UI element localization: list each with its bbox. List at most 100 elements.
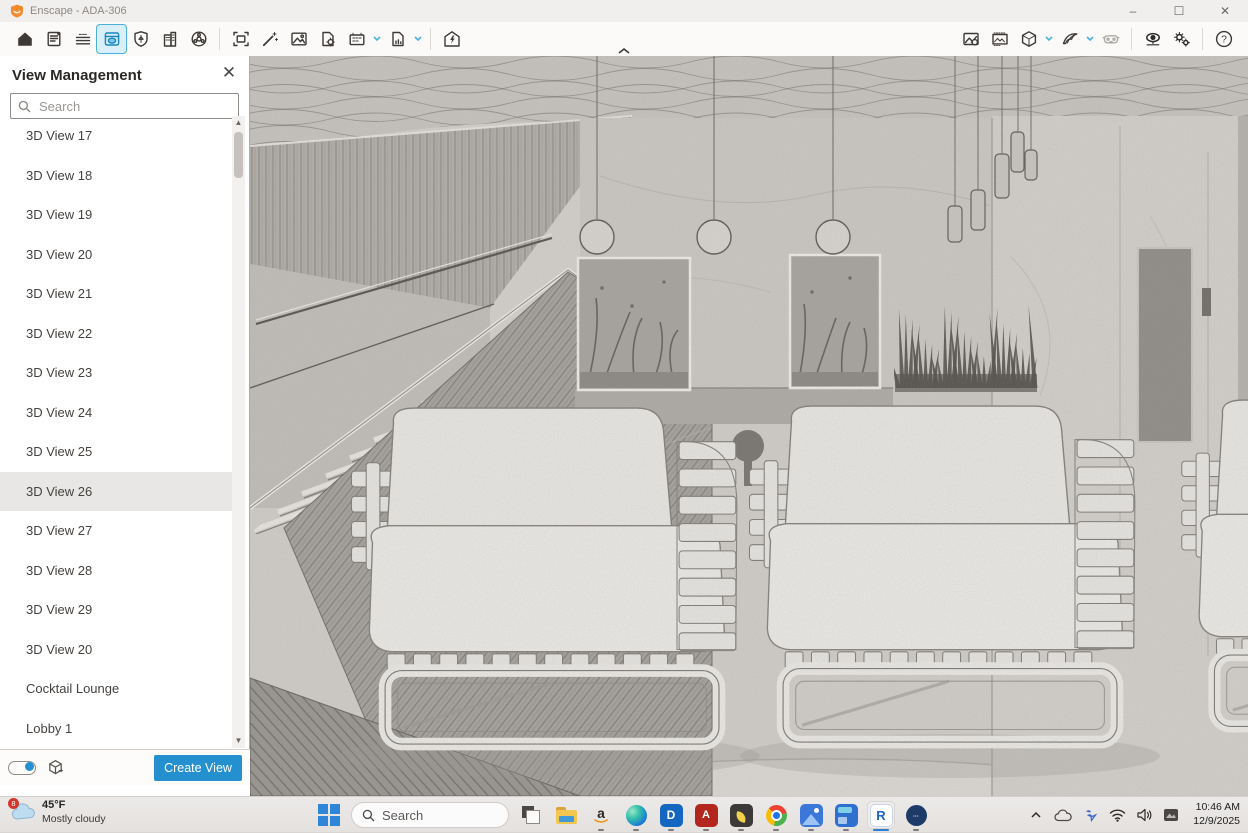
file-explorer-button[interactable] — [553, 802, 579, 828]
window-title: Enscape - ADA-306 — [30, 5, 127, 17]
render-document-icon — [318, 29, 338, 49]
view-list-item[interactable]: 3D View 29 — [0, 590, 232, 630]
start-enscape-button[interactable] — [437, 25, 466, 53]
help-button[interactable]: ? — [1209, 25, 1238, 53]
site-context-icon — [131, 29, 151, 49]
favorites-toggle[interactable] — [8, 761, 36, 775]
wifi-button[interactable] — [1108, 806, 1126, 824]
ms-app-icon — [835, 804, 858, 827]
view-list-item[interactable]: 3D View 28 — [0, 551, 232, 591]
onedrive-button[interactable] — [1054, 806, 1072, 824]
materials-icon — [189, 29, 209, 49]
view-list-scrollbar[interactable]: ▲ ▼ — [232, 116, 245, 748]
view-list-item[interactable]: 3D View 20 — [0, 630, 232, 670]
screenshot-button[interactable] — [226, 25, 255, 53]
view-list-item[interactable]: 3D View 23 — [0, 353, 232, 393]
scrollbar-thumb[interactable] — [234, 132, 243, 178]
minimize-button[interactable]: – — [1110, 0, 1156, 22]
photos-button[interactable] — [798, 802, 824, 828]
edge-button[interactable] — [623, 802, 649, 828]
view-list-item[interactable]: 3D View 25 — [0, 432, 232, 472]
panel-close-button[interactable]: ✕ — [219, 63, 239, 83]
view-list-item[interactable]: 3D View 21 — [0, 274, 232, 314]
export-settings-button[interactable] — [956, 25, 985, 53]
panorama-button[interactable] — [985, 25, 1014, 53]
weather-widget[interactable]: 8 45°F Mostly cloudy — [10, 799, 106, 826]
general-settings-button[interactable] — [1167, 25, 1196, 53]
chrome-button[interactable] — [763, 802, 789, 828]
windows-logo-icon — [318, 804, 340, 826]
view-list-item[interactable]: 3D View 26 — [0, 472, 232, 512]
clock[interactable]: 10:46 AM 12/9/2025 — [1193, 801, 1240, 828]
scroll-up-icon[interactable]: ▲ — [235, 116, 243, 130]
batch-render-button[interactable] — [342, 25, 371, 53]
tray-app-button[interactable] — [1162, 806, 1180, 824]
revit-button[interactable]: R — [868, 802, 894, 828]
volume-button[interactable] — [1135, 806, 1153, 824]
buildings-button[interactable] — [155, 25, 184, 53]
visual-settings-button[interactable] — [1138, 25, 1167, 53]
fly-mode-button[interactable] — [1055, 25, 1084, 53]
acrobat-button[interactable]: A — [693, 802, 719, 828]
view-list-item[interactable]: 3D View 19 — [0, 195, 232, 235]
notes-button[interactable] — [39, 25, 68, 53]
scroll-down-icon[interactable]: ▼ — [235, 734, 243, 748]
chevron-down-icon — [373, 36, 381, 42]
view-list-item[interactable]: 3D View 27 — [0, 511, 232, 551]
view-list-item[interactable]: 3D View 24 — [0, 393, 232, 433]
snipping-tool-button[interactable] — [728, 802, 754, 828]
site-context-button[interactable] — [126, 25, 155, 53]
chevron-up-icon — [617, 47, 631, 55]
maximize-button[interactable]: ☐ — [1156, 0, 1202, 22]
start-button[interactable] — [316, 802, 342, 828]
view-list-item[interactable]: Cocktail Lounge — [0, 669, 232, 709]
ms-app-button[interactable] — [833, 802, 859, 828]
circle-app-button[interactable]: ••• — [903, 802, 929, 828]
render-video-dropdown[interactable] — [412, 26, 424, 52]
pen-input-button[interactable] — [1081, 806, 1099, 824]
view-list-item[interactable]: 3D View 20 — [0, 235, 232, 275]
circle-app-icon: ••• — [906, 805, 927, 826]
fly-mode-dropdown[interactable] — [1084, 26, 1096, 52]
task-view-button[interactable] — [518, 802, 544, 828]
home-icon — [15, 29, 35, 49]
hidden-icons-button[interactable] — [1027, 806, 1045, 824]
toolbar-collapse-button[interactable] — [612, 46, 636, 56]
batch-render-dropdown[interactable] — [371, 26, 383, 52]
close-button[interactable]: ✕ — [1202, 0, 1248, 22]
view-list-item[interactable]: 3D View 18 — [0, 156, 232, 196]
view-management-icon — [102, 29, 122, 49]
home-button[interactable] — [10, 25, 39, 53]
amazon-button[interactable]: a — [588, 802, 614, 828]
view-list-item[interactable]: Lobby 1 — [0, 709, 232, 749]
view-list-item[interactable]: 3D View 22 — [0, 314, 232, 354]
d-app-button[interactable]: D — [658, 802, 684, 828]
edge-icon — [626, 805, 647, 826]
export-views-icon[interactable] — [46, 758, 65, 777]
view-management-button[interactable] — [97, 25, 126, 53]
svg-text:a: a — [597, 805, 605, 821]
panorama-icon — [990, 29, 1010, 49]
render-viewport[interactable] — [250, 56, 1248, 796]
vr-headset-icon — [1101, 29, 1121, 49]
annotate-button[interactable] — [255, 25, 284, 53]
materials-button[interactable] — [184, 25, 213, 53]
render-document-button[interactable] — [313, 25, 342, 53]
create-view-button[interactable]: Create View — [154, 755, 242, 781]
taskbar-search[interactable]: Search — [351, 802, 509, 828]
export-model-button[interactable] — [1014, 25, 1043, 53]
render-video-button[interactable] — [383, 25, 412, 53]
image-button[interactable] — [284, 25, 313, 53]
view-search-input[interactable] — [37, 98, 231, 115]
view-list-item[interactable]: 3D View 17 — [0, 116, 232, 156]
render-video-icon — [388, 29, 408, 49]
export-model-dropdown[interactable] — [1043, 26, 1055, 52]
chrome-icon — [766, 805, 787, 826]
levels-button[interactable] — [68, 25, 97, 53]
panel-footer: Create View — [0, 749, 250, 785]
panel-bottom-gap — [0, 785, 250, 796]
amazon-icon: a — [591, 805, 611, 825]
vr-headset-button[interactable] — [1096, 25, 1125, 53]
revit-icon: R — [870, 804, 893, 827]
view-management-panel: View Management ✕ 3D View 173D View 183D… — [0, 56, 250, 785]
